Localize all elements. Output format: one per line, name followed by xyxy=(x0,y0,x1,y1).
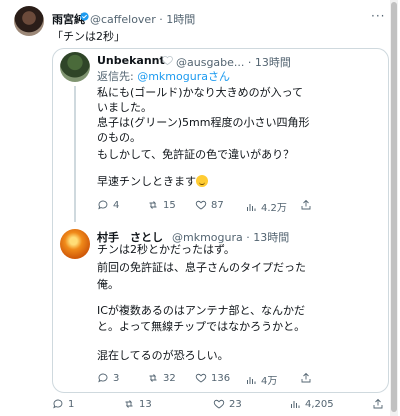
like-count: 136 xyxy=(211,372,231,384)
reply-count: 1 xyxy=(68,398,75,410)
reply1-text-line: 息子は(グリーン)5mm程度の小さい四角形 xyxy=(97,116,310,129)
tweet-text: 「チンは2秒」 xyxy=(52,30,125,43)
views-chart-icon xyxy=(291,401,300,408)
scrollbar-thumb[interactable] xyxy=(391,2,397,412)
reply-count: 3 xyxy=(113,372,120,384)
reply2-avatar[interactable] xyxy=(60,229,90,259)
reply1-like-button[interactable]: 87 xyxy=(195,199,224,211)
tweet-retweet-button[interactable]: 13 xyxy=(123,398,152,410)
separator-dot: · xyxy=(155,13,167,26)
tweet-views-button[interactable]: 4,205 xyxy=(289,398,334,410)
reply-icon xyxy=(98,200,108,210)
handle-text[interactable]: @caffelover xyxy=(90,13,156,26)
thread-connector-line xyxy=(74,86,76,222)
reply2-reply-button[interactable]: 3 xyxy=(97,372,119,384)
grinning-sweat-emoji-icon xyxy=(196,175,208,187)
heart-icon xyxy=(213,399,225,409)
reply-to-mention[interactable]: @mkmoguraさん xyxy=(137,70,230,83)
verified-badge-icon xyxy=(80,12,89,21)
tweet-share-icon[interactable] xyxy=(372,398,384,410)
reply2-text-line: 前回の免許証は、息子さんのタイプだった xyxy=(97,261,306,274)
reply1-views-button[interactable]: 4.2万 xyxy=(245,199,287,214)
retweet-icon xyxy=(149,374,157,382)
reply1-text-line: もしかして、免許証の色で違いがあり？ xyxy=(97,148,295,161)
reply2-like-button[interactable]: 136 xyxy=(195,372,230,384)
author-handle: @caffelover · 1時間 xyxy=(90,11,195,27)
reply2-text-line: ICが複数あるのはアンテナ部と、なんかだ xyxy=(97,304,306,317)
like-count: 87 xyxy=(211,199,224,211)
reply1-text-last: 早速チンしときます xyxy=(97,175,208,189)
retweet-count: 15 xyxy=(163,199,176,211)
reply1-reply-to: 返信先: @mkmoguraさん xyxy=(97,68,230,84)
reply2-text-line: 混在してるのが恐ろしい。 xyxy=(97,349,229,362)
tweet-reply-button[interactable]: 1 xyxy=(52,398,74,410)
view-count: 4.2万 xyxy=(261,203,287,214)
reply1-retweet-button[interactable]: 15 xyxy=(147,199,176,211)
view-count: 4,205 xyxy=(305,398,334,410)
reply-icon xyxy=(98,373,108,383)
reply1-avatar[interactable] xyxy=(60,52,90,82)
views-chart-icon xyxy=(247,203,256,211)
reply2-text-line: と。よって無線チップではなかろうかと。 xyxy=(97,320,306,333)
reply1-text-line: いました。 xyxy=(97,101,152,114)
reply-count: 4 xyxy=(113,199,120,211)
avatar[interactable] xyxy=(14,6,44,36)
reply2-retweet-button[interactable]: 32 xyxy=(147,372,176,384)
reply1-last-text: 早速チンしときます xyxy=(97,175,196,188)
white-heart-icon xyxy=(162,55,173,65)
tweet-time[interactable]: 1時間 xyxy=(166,13,195,26)
like-count: 23 xyxy=(229,398,242,410)
reply-icon xyxy=(53,399,63,409)
reply2-text-line: 俺。 xyxy=(97,278,119,291)
reply1-author-name[interactable]: Unbekannt xyxy=(97,54,165,67)
reply2-text-line: チンは2秒とかだったはず。 xyxy=(97,243,235,256)
views-chart-icon xyxy=(247,376,256,384)
reply1-reply-button[interactable]: 4 xyxy=(97,199,119,211)
retweet-icon xyxy=(149,201,157,209)
heart-icon xyxy=(195,200,207,210)
view-count: 4万 xyxy=(261,376,278,387)
reply1-text-line: のもの。 xyxy=(97,131,141,144)
reply-to-prefix: 返信先: xyxy=(97,70,138,83)
reply1-text-line: 私にも(ゴールド)かなり大きめのが入って xyxy=(97,86,304,99)
reply1-share-icon[interactable] xyxy=(300,199,312,211)
reply2-share-icon[interactable] xyxy=(300,372,312,384)
retweet-count: 13 xyxy=(139,398,152,410)
more-options-icon[interactable]: ··· xyxy=(371,9,385,23)
heart-icon xyxy=(195,373,207,383)
retweet-count: 32 xyxy=(163,372,176,384)
reply2-views-button[interactable]: 4万 xyxy=(245,372,277,387)
tweet-like-button[interactable]: 23 xyxy=(213,398,242,410)
retweet-icon xyxy=(125,400,133,408)
